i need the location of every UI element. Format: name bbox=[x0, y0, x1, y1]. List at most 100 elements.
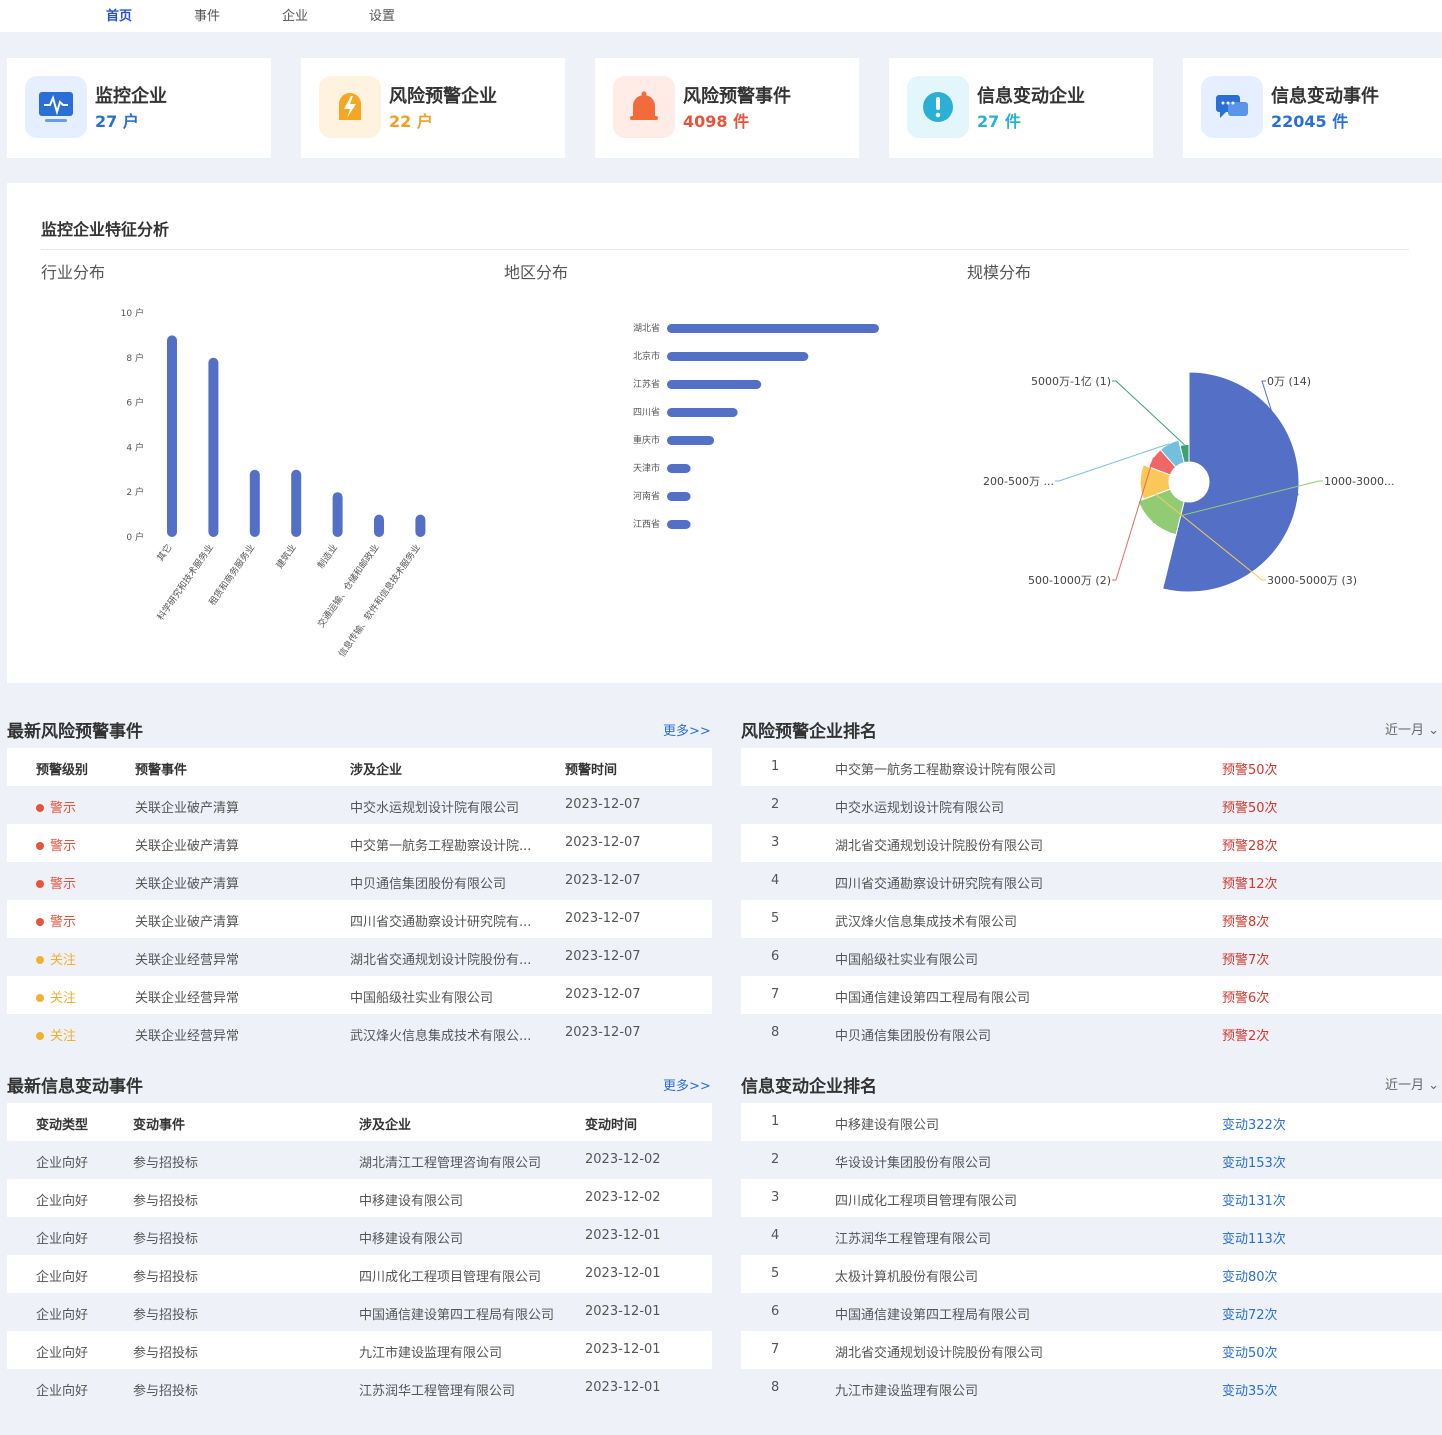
rank-number: 6 bbox=[771, 1304, 780, 1319]
risk-rank-title: 风险预警企业排名 bbox=[741, 722, 877, 742]
company-name[interactable]: 武汉烽火信息集成技术有限公... bbox=[350, 1025, 550, 1044]
company-name[interactable]: 湖北省交通规划设计院股份有... bbox=[350, 949, 550, 968]
company-name[interactable]: 中交水运规划设计院有限公司 bbox=[350, 797, 550, 816]
risk-event: 关联企业经营异常 bbox=[135, 991, 240, 1006]
company-name[interactable]: 太极计算机股份有限公司 bbox=[835, 1266, 978, 1285]
stat-card-change-events[interactable]: 信息变动事件 22045 件 bbox=[1183, 58, 1442, 158]
table-row[interactable]: 企业向好 参与招投标 四川成化工程项目管理有限公司 2023-12-01 bbox=[7, 1255, 712, 1293]
table-row[interactable]: 企业向好 参与招投标 中移建设有限公司 2023-12-02 bbox=[7, 1179, 712, 1217]
company-name[interactable]: 中交第一航务工程勘察设计院... bbox=[350, 835, 550, 854]
nav-events[interactable]: 事件 bbox=[194, 5, 220, 24]
change-rank-range-select[interactable]: 近一月 ⌄ bbox=[1385, 1074, 1439, 1093]
table-row[interactable]: 企业向好 参与招投标 江苏润华工程管理有限公司 2023-12-01 bbox=[7, 1369, 712, 1407]
company-name[interactable]: 江苏润华工程管理有限公司 bbox=[835, 1228, 991, 1247]
company-name[interactable]: 中国船级社实业有限公司 bbox=[835, 949, 978, 968]
rank-number: 5 bbox=[771, 911, 780, 926]
rank-row[interactable]: 1 中移建设有限公司 变动322次 bbox=[741, 1103, 1442, 1141]
risk-event: 关联企业破产清算 bbox=[135, 801, 240, 816]
table-row[interactable]: 关注 关联企业经营异常 武汉烽火信息集成技术有限公... 2023-12-07 bbox=[7, 1014, 712, 1052]
company-name[interactable]: 华设设计集团股份有限公司 bbox=[835, 1152, 991, 1171]
change-events-more-link[interactable]: 更多>> bbox=[663, 1075, 711, 1094]
company-name[interactable]: 中移建设有限公司 bbox=[359, 1190, 579, 1209]
company-name[interactable]: 中国通信建设第四工程局有限公司 bbox=[835, 1304, 1030, 1323]
company-name[interactable]: 湖北省交通规划设计院股份有限公司 bbox=[835, 1342, 1043, 1361]
stat-card-monitored[interactable]: 监控企业 27 户 bbox=[7, 58, 271, 158]
rank-row[interactable]: 3 四川成化工程项目管理有限公司 变动131次 bbox=[741, 1179, 1442, 1217]
rank-row[interactable]: 2 华设设计集团股份有限公司 变动153次 bbox=[741, 1141, 1442, 1179]
rank-row[interactable]: 5 太极计算机股份有限公司 变动80次 bbox=[741, 1255, 1442, 1293]
monitor-icon bbox=[25, 76, 87, 138]
stat-card-change-companies[interactable]: 信息变动企业 27 件 bbox=[889, 58, 1153, 158]
table-row[interactable]: 警示 关联企业破产清算 四川省交通勘察设计研究院有... 2023-12-07 bbox=[7, 900, 712, 938]
event-count: 预警2次 bbox=[1222, 1029, 1270, 1044]
rose-slice bbox=[1162, 371, 1300, 593]
risk-events-more-link[interactable]: 更多>> bbox=[663, 720, 711, 739]
company-name[interactable]: 四川成化工程项目管理有限公司 bbox=[359, 1266, 579, 1285]
rank-row[interactable]: 3 湖北省交通规划设计院股份有限公司 预警28次 bbox=[741, 824, 1442, 862]
risk-rank-range-select[interactable]: 近一月 ⌄ bbox=[1385, 719, 1439, 738]
company-name[interactable]: 中移建设有限公司 bbox=[835, 1114, 939, 1133]
company-name[interactable]: 湖北清江工程管理咨询有限公司 bbox=[359, 1152, 579, 1171]
stat-card-risk-companies[interactable]: 风险预警企业 22 户 bbox=[301, 58, 565, 158]
company-name[interactable]: 武汉烽火信息集成技术有限公司 bbox=[835, 911, 1017, 930]
stat-label: 信息变动企业 bbox=[977, 86, 1085, 107]
slice-label: 1000-3000... bbox=[1324, 475, 1394, 488]
rank-row[interactable]: 7 湖北省交通规划设计院股份有限公司 变动50次 bbox=[741, 1331, 1442, 1369]
level-dot-icon bbox=[36, 918, 44, 926]
company-name[interactable]: 四川省交通勘察设计研究院有限公司 bbox=[835, 873, 1043, 892]
table-row[interactable]: 企业向好 参与招投标 九江市建设监理有限公司 2023-12-01 bbox=[7, 1331, 712, 1369]
y-tick-label: 2 户 bbox=[126, 486, 144, 498]
industry-bar bbox=[374, 514, 384, 537]
company-name[interactable]: 中国通信建设第四工程局有限公司 bbox=[359, 1304, 579, 1323]
event-count: 预警50次 bbox=[1222, 763, 1278, 778]
rank-row[interactable]: 2 中交水运规划设计院有限公司 预警50次 bbox=[741, 786, 1442, 824]
company-name[interactable]: 江苏润华工程管理有限公司 bbox=[359, 1380, 579, 1399]
risk-event: 关联企业破产清算 bbox=[135, 839, 240, 854]
table-row[interactable]: 企业向好 参与招投标 中国通信建设第四工程局有限公司 2023-12-01 bbox=[7, 1293, 712, 1331]
event-count: 变动322次 bbox=[1222, 1118, 1286, 1133]
company-name[interactable]: 中交第一航务工程勘察设计院有限公司 bbox=[835, 759, 1056, 778]
company-name[interactable]: 湖北省交通规划设计院股份有限公司 bbox=[835, 835, 1043, 854]
company-name[interactable]: 中移建设有限公司 bbox=[359, 1228, 579, 1247]
company-name[interactable]: 四川成化工程项目管理有限公司 bbox=[835, 1190, 1017, 1209]
stat-card-risk-events[interactable]: 风险预警事件 4098 件 bbox=[595, 58, 859, 158]
risk-level: 警示 bbox=[36, 797, 76, 816]
risk-event: 关联企业经营异常 bbox=[135, 1029, 240, 1044]
nav-settings[interactable]: 设置 bbox=[369, 5, 395, 24]
company-name[interactable]: 中交水运规划设计院有限公司 bbox=[835, 797, 1004, 816]
table-row[interactable]: 关注 关联企业经营异常 湖北省交通规划设计院股份有... 2023-12-07 bbox=[7, 938, 712, 976]
company-name[interactable]: 四川省交通勘察设计研究院有... bbox=[350, 911, 550, 930]
table-row[interactable]: 警示 关联企业破产清算 中交水运规划设计院有限公司 2023-12-07 bbox=[7, 786, 712, 824]
x-tick-label: 租赁和商务服务业 bbox=[206, 542, 257, 608]
table-row[interactable]: 警示 关联企业破产清算 中贝通信集团股份有限公司 2023-12-07 bbox=[7, 862, 712, 900]
table-row[interactable]: 企业向好 参与招投标 中移建设有限公司 2023-12-01 bbox=[7, 1217, 712, 1255]
rank-number: 1 bbox=[771, 759, 780, 774]
region-bar bbox=[667, 324, 879, 333]
rank-row[interactable]: 4 江苏润华工程管理有限公司 变动113次 bbox=[741, 1217, 1442, 1255]
company-name[interactable]: 九江市建设监理有限公司 bbox=[835, 1380, 978, 1399]
slice-label: 200-500万 ... bbox=[983, 475, 1054, 488]
stat-value: 27 户 bbox=[95, 112, 139, 131]
table-row[interactable]: 警示 关联企业破产清算 中交第一航务工程勘察设计院... 2023-12-07 bbox=[7, 824, 712, 862]
company-name[interactable]: 中贝通信集团股份有限公司 bbox=[350, 873, 550, 892]
rank-row[interactable]: 8 中贝通信集团股份有限公司 预警2次 bbox=[741, 1014, 1442, 1052]
company-name[interactable]: 中国船级社实业有限公司 bbox=[350, 987, 550, 1006]
company-name[interactable]: 九江市建设监理有限公司 bbox=[359, 1342, 579, 1361]
range-label: 近一月 bbox=[1385, 723, 1425, 738]
col-header: 变动时间 bbox=[585, 1118, 638, 1133]
company-name[interactable]: 中国通信建设第四工程局有限公司 bbox=[835, 987, 1030, 1006]
table-row[interactable]: 关注 关联企业经营异常 中国船级社实业有限公司 2023-12-07 bbox=[7, 976, 712, 1014]
rank-row[interactable]: 8 九江市建设监理有限公司 变动35次 bbox=[741, 1369, 1442, 1407]
rank-row[interactable]: 1 中交第一航务工程勘察设计院有限公司 预警50次 bbox=[741, 748, 1442, 786]
rank-row[interactable]: 7 中国通信建设第四工程局有限公司 预警6次 bbox=[741, 976, 1442, 1014]
stat-label: 风险预警企业 bbox=[389, 86, 497, 107]
nav-home[interactable]: 首页 bbox=[106, 5, 132, 24]
rank-row[interactable]: 5 武汉烽火信息集成技术有限公司 预警8次 bbox=[741, 900, 1442, 938]
rank-row[interactable]: 4 四川省交通勘察设计研究院有限公司 预警12次 bbox=[741, 862, 1442, 900]
table-row[interactable]: 企业向好 参与招投标 湖北清江工程管理咨询有限公司 2023-12-02 bbox=[7, 1141, 712, 1179]
nav-companies[interactable]: 企业 bbox=[282, 5, 308, 24]
risk-events-table: 预警级别 预警事件 涉及企业 预警时间 警示 关联企业破产清算 中交水运规划设计院有… bbox=[7, 748, 712, 1052]
rank-row[interactable]: 6 中国船级社实业有限公司 预警7次 bbox=[741, 938, 1442, 976]
company-name[interactable]: 中贝通信集团股份有限公司 bbox=[835, 1025, 991, 1044]
rank-row[interactable]: 6 中国通信建设第四工程局有限公司 变动72次 bbox=[741, 1293, 1442, 1331]
